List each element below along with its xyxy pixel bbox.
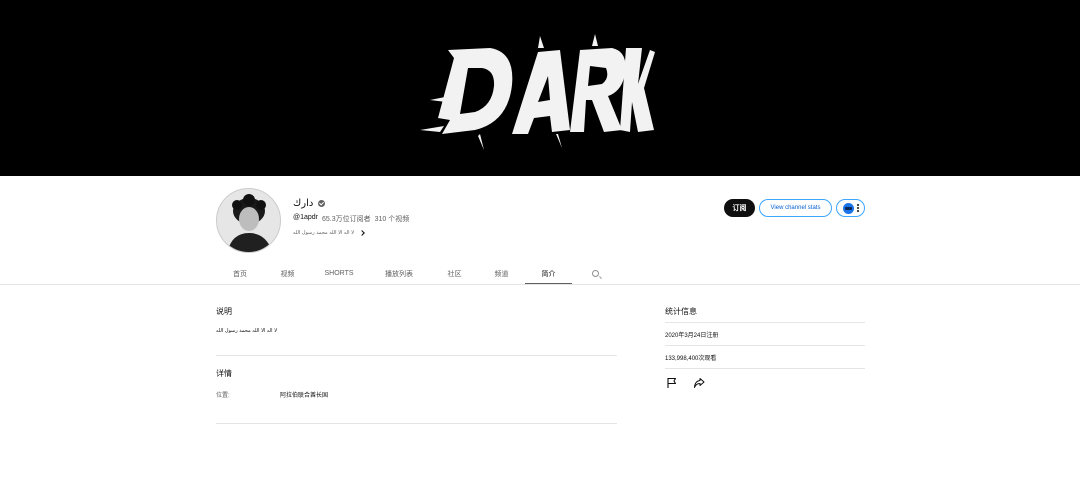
extension-button[interactable]: [836, 199, 865, 217]
chevron-right-icon: [359, 230, 365, 236]
location-label: 位置:: [216, 393, 230, 399]
stats-title: 统计信息: [665, 307, 697, 316]
tab-playlists[interactable]: 播放列表: [367, 262, 431, 285]
search-icon: [591, 270, 599, 277]
details-title: 详情: [216, 369, 232, 378]
tab-videos[interactable]: 视频: [264, 262, 311, 285]
channel-tagline: لا اله الا الله محمد رسول الله: [293, 230, 354, 236]
location-value: 阿拉伯联合酋长国: [280, 393, 329, 399]
share-icon[interactable]: [693, 377, 705, 389]
verified-badge-icon: [318, 200, 326, 207]
stats-divider-2: [665, 345, 865, 346]
tab-channels[interactable]: 频道: [478, 262, 525, 285]
channel-name: دارك: [293, 198, 314, 209]
subscribe-button[interactable]: 订阅: [724, 199, 755, 217]
extension-logo-icon: [842, 202, 854, 214]
avatar-image: [217, 189, 280, 252]
channel-tabs: 首页 视频 SHORTS 播放列表 社区 频道 简介: [216, 262, 618, 285]
description-divider: [216, 355, 617, 356]
description-title: 说明: [216, 307, 232, 316]
more-options-icon: [856, 204, 859, 212]
channel-name-row: دارك: [293, 198, 326, 209]
video-count: 310 个视频: [374, 216, 410, 223]
flag-icon[interactable]: [666, 377, 678, 389]
details-divider: [216, 423, 617, 424]
tab-about[interactable]: 简介: [525, 262, 572, 285]
view-count: 133,998,400次观看: [665, 356, 717, 362]
tab-home[interactable]: 首页: [216, 262, 264, 285]
channel-avatar[interactable]: [216, 188, 281, 253]
channel-tagline-link[interactable]: لا اله الا الله محمد رسول الله: [293, 230, 365, 236]
tab-search[interactable]: [572, 262, 618, 285]
view-channel-stats-button[interactable]: View channel stats: [759, 199, 832, 217]
tab-shorts[interactable]: SHORTS: [311, 262, 367, 285]
channel-banner: [0, 0, 1080, 176]
subscriber-count: 65.3万位订阅者: [322, 216, 371, 223]
tabs-divider: [0, 284, 1080, 285]
dark-logo: [420, 34, 655, 150]
joined-date: 2020年3月24日注册: [665, 333, 719, 339]
stats-divider-1: [665, 322, 865, 323]
description-text: لا اله الا الله محمد رسول الله: [216, 328, 277, 334]
tab-community[interactable]: 社区: [431, 262, 478, 285]
channel-meta: @1apdr 65.3万位订阅者 310 个视频: [293, 214, 409, 224]
stats-divider-3: [665, 368, 865, 369]
channel-handle: @1apdr: [293, 214, 319, 221]
